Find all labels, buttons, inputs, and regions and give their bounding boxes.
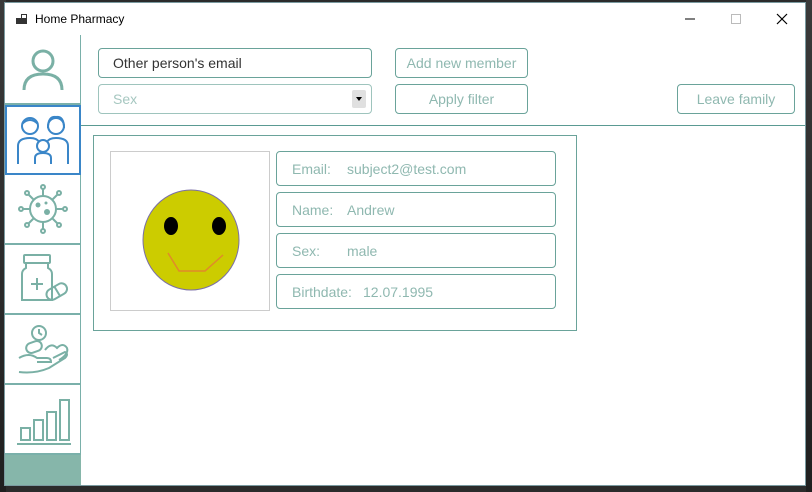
name-value: Andrew — [347, 201, 395, 218]
sex-select[interactable]: Sex — [98, 84, 372, 114]
birthdate-label: Birthdate: — [292, 283, 352, 300]
title-bar: Home Pharmacy — [5, 3, 805, 35]
name-field: Name: Andrew — [276, 192, 556, 227]
add-member-label: Add new member — [406, 55, 517, 71]
sex-label: Sex: — [292, 242, 321, 259]
minimize-button[interactable] — [667, 3, 713, 35]
name-label: Name: — [292, 201, 334, 218]
sex-field: Sex: male — [276, 233, 556, 268]
sidebar-item-profile[interactable] — [5, 35, 81, 105]
member-card: Email: subject2@test.com Name: Andrew Se… — [93, 135, 577, 331]
maximize-button[interactable] — [713, 3, 759, 35]
birthdate-field: Birthdate: 12.07.1995 — [276, 274, 556, 309]
sidebar — [5, 35, 81, 485]
email-field: Email: subject2@test.com — [276, 151, 556, 186]
sidebar-item-medicine[interactable] — [5, 245, 81, 315]
add-member-button[interactable]: Add new member — [395, 48, 528, 78]
desktop-background-right — [806, 0, 812, 492]
chevron-down-icon — [356, 97, 362, 101]
sex-value: male — [347, 242, 378, 259]
sidebar-footer — [5, 455, 81, 485]
sidebar-item-care[interactable] — [5, 315, 81, 385]
user-icon — [22, 49, 64, 91]
sidebar-item-virus[interactable] — [5, 175, 81, 245]
app-icon — [16, 14, 27, 24]
header-divider — [81, 125, 805, 126]
leave-family-label: Leave family — [696, 91, 776, 107]
email-input[interactable]: Other person's email — [98, 48, 372, 78]
apply-filter-button[interactable]: Apply filter — [395, 84, 528, 114]
close-button[interactable] — [759, 3, 805, 35]
bar-chart-icon — [17, 399, 71, 445]
birthdate-value: 12.07.1995 — [363, 283, 434, 300]
email-value: subject2@test.com — [347, 160, 467, 177]
sidebar-item-statistics[interactable] — [5, 385, 81, 455]
email-input-text: Other person's email — [113, 55, 242, 71]
smiley-face-icon — [142, 189, 240, 291]
dropdown-arrow[interactable] — [352, 90, 366, 108]
close-icon — [776, 13, 788, 25]
app-window: Home Pharmacy Other person's email Add n… — [4, 2, 806, 486]
minimize-icon — [685, 18, 695, 20]
leave-family-button[interactable]: Leave family — [677, 84, 795, 114]
family-page: Other person's email Add new member Sex … — [81, 35, 805, 485]
sex-select-text: Sex — [113, 91, 138, 107]
window-title: Home Pharmacy — [35, 12, 125, 26]
apply-filter-label: Apply filter — [428, 91, 495, 107]
email-label: Email: — [292, 160, 331, 177]
medicine-bottle-icon — [21, 254, 69, 301]
maximize-icon — [731, 14, 741, 24]
hand-care-icon — [18, 325, 69, 374]
virus-icon — [18, 184, 68, 234]
sidebar-item-family[interactable] — [5, 105, 81, 175]
avatar — [110, 151, 270, 311]
family-icon — [17, 115, 69, 164]
